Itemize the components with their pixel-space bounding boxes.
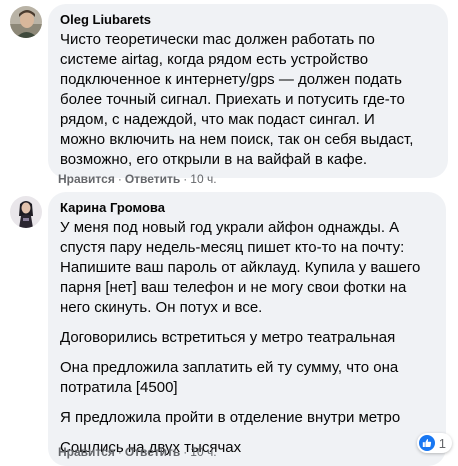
like-link[interactable]: Нравится [58, 445, 115, 459]
avatar[interactable] [10, 6, 42, 38]
comment-bubble: Карина Громова У меня под новый год укра… [48, 192, 446, 466]
comment-bubble: Oleg Liubarets Чисто теоретически mac до… [48, 4, 448, 178]
thumbs-up-icon [418, 435, 435, 451]
separator: · [117, 445, 122, 459]
avatar-photo [10, 196, 42, 228]
timestamp[interactable]: 10 ч. [190, 445, 216, 459]
reaction-summary[interactable]: 1 [416, 433, 452, 453]
comment-actions: Нравится · Ответить · 10 ч. [58, 171, 217, 187]
avatar[interactable] [10, 196, 42, 228]
reply-link[interactable]: Ответить [125, 172, 180, 186]
comment-author[interactable]: Oleg Liubarets [60, 12, 436, 28]
timestamp[interactable]: 10 ч. [190, 172, 216, 186]
separator: · [117, 172, 122, 186]
avatar-photo [10, 6, 42, 38]
comment-paragraph: Она предложила заплатить ей ту сумму, чт… [60, 359, 399, 396]
separator: · [183, 445, 188, 459]
comment-paragraph: Договорились встретиться у метро театрал… [60, 329, 396, 346]
reaction-count: 1 [438, 435, 446, 451]
comment-paragraph: У меня под новый год украли айфон однажд… [60, 219, 421, 316]
separator: · [183, 172, 188, 186]
reply-link[interactable]: Ответить [125, 445, 180, 459]
comment-paragraph: Я предложила пройти в отделение внутри м… [60, 409, 401, 426]
comment-author[interactable]: Карина Громова [60, 200, 434, 216]
comment-text: Чисто теоретически mac должен работать п… [60, 31, 414, 168]
like-link[interactable]: Нравится [58, 172, 115, 186]
